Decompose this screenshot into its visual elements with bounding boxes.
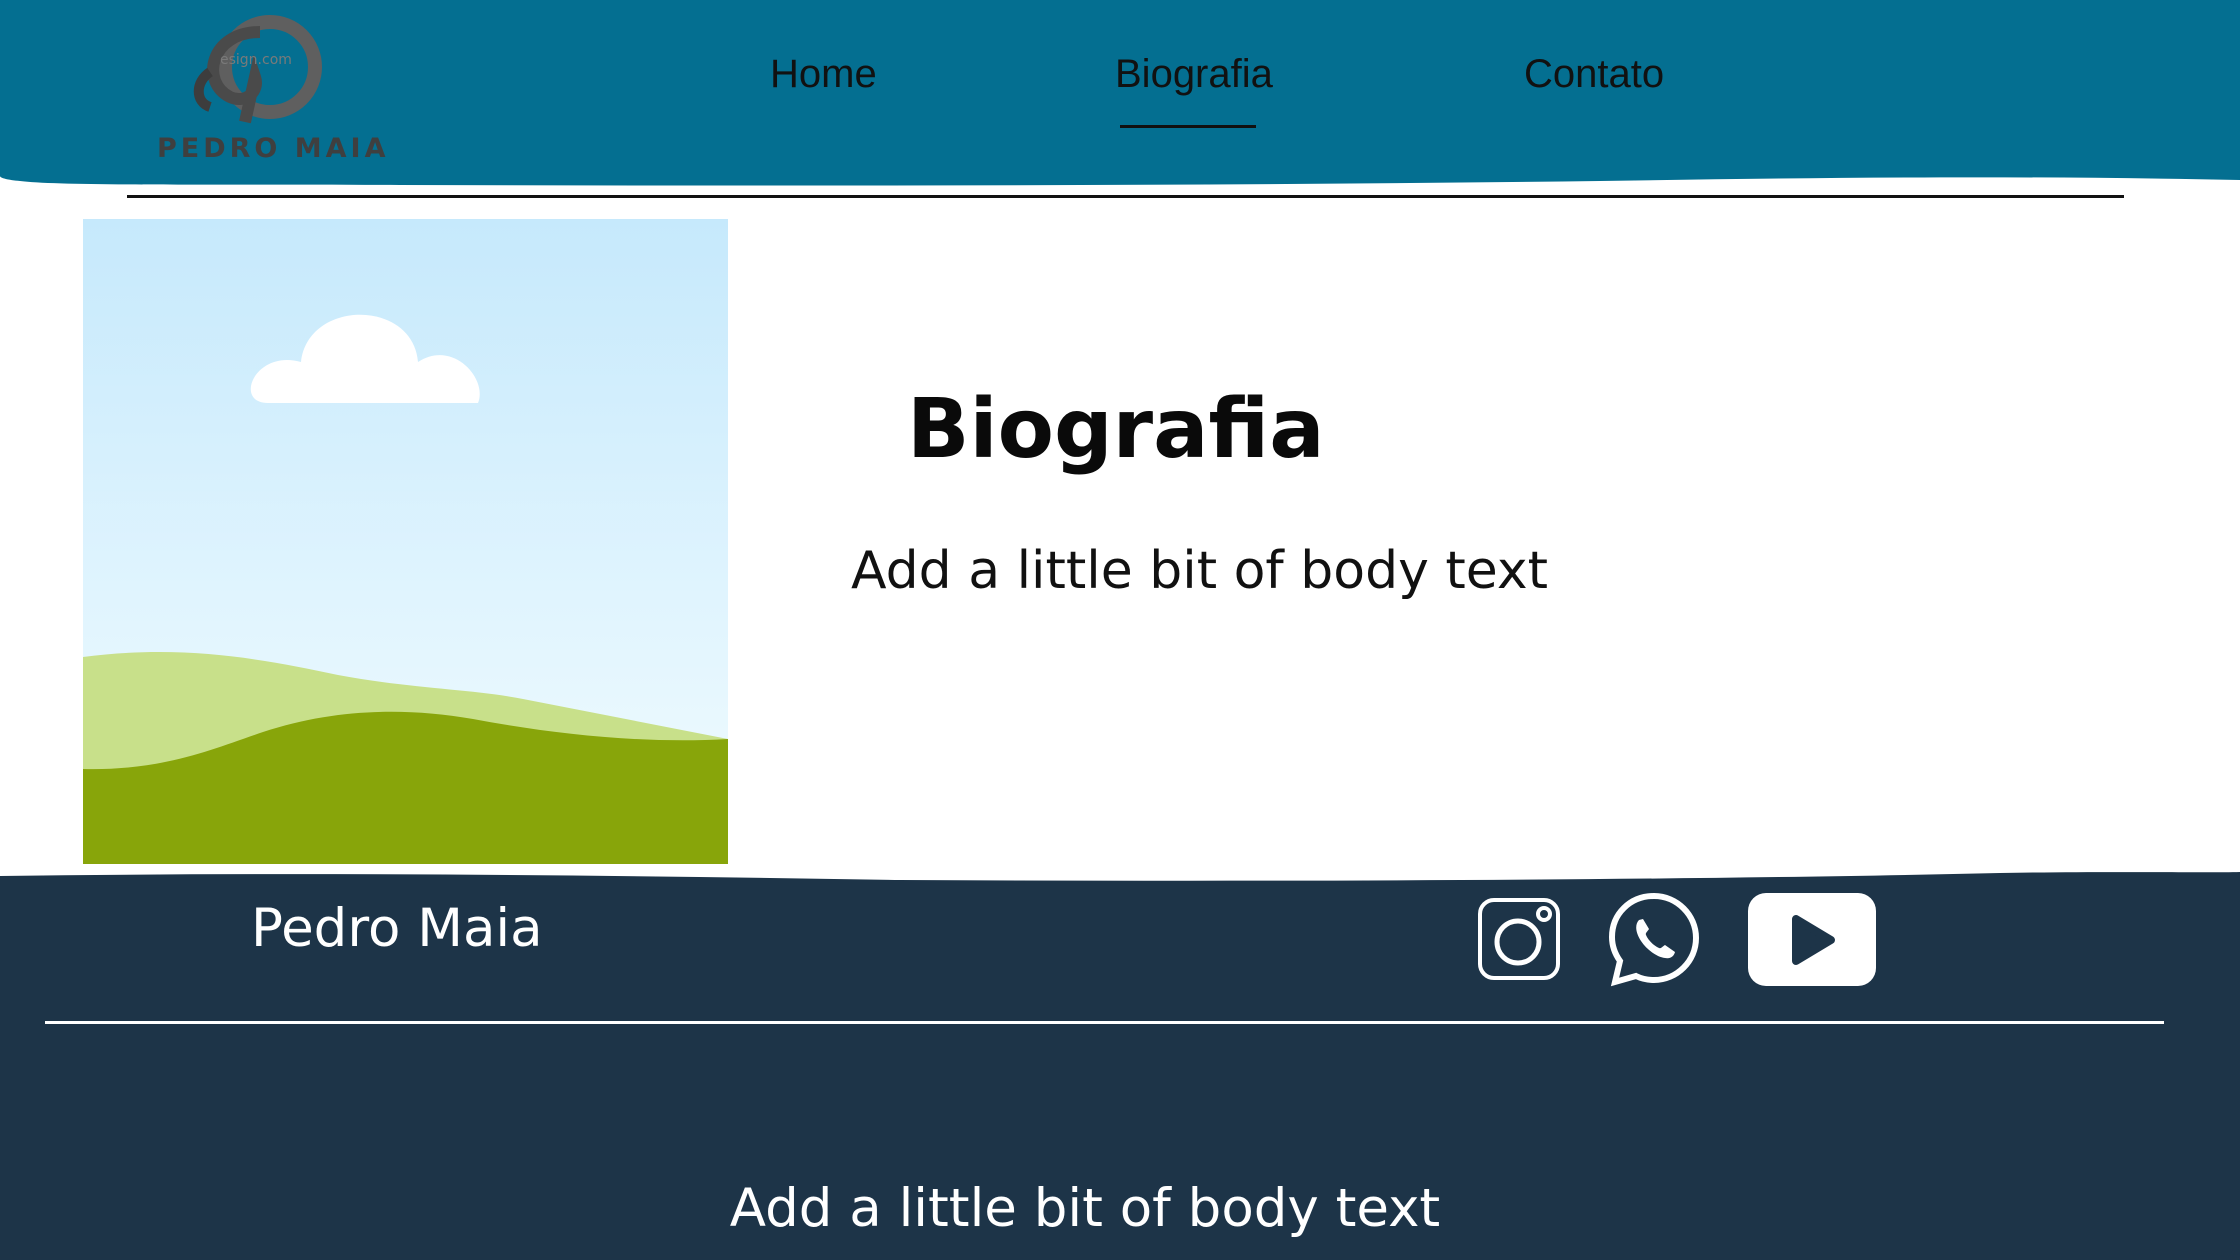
instagram-icon[interactable] bbox=[1477, 897, 1561, 981]
bio-body-text: Add a little bit of body text bbox=[851, 541, 1549, 601]
footer-name: Pedro Maia bbox=[251, 898, 543, 959]
page-title: Biografia bbox=[907, 382, 1325, 477]
footer-body-text: Add a little bit of body text bbox=[729, 1178, 1441, 1239]
nav-active-indicator bbox=[1120, 125, 1256, 128]
landscape-image bbox=[83, 219, 728, 864]
youtube-icon[interactable] bbox=[1748, 893, 1876, 986]
nav-biografia[interactable]: Biografia bbox=[1115, 52, 1273, 97]
header-divider bbox=[127, 195, 2124, 198]
nav-home[interactable]: Home bbox=[770, 52, 877, 97]
footer-divider bbox=[45, 1021, 2164, 1024]
nav-contato[interactable]: Contato bbox=[1524, 52, 1664, 97]
logo-text: PEDRO MAIA bbox=[157, 133, 390, 164]
whatsapp-icon[interactable] bbox=[1605, 890, 1703, 988]
svg-text:esign.com: esign.com bbox=[220, 52, 292, 68]
